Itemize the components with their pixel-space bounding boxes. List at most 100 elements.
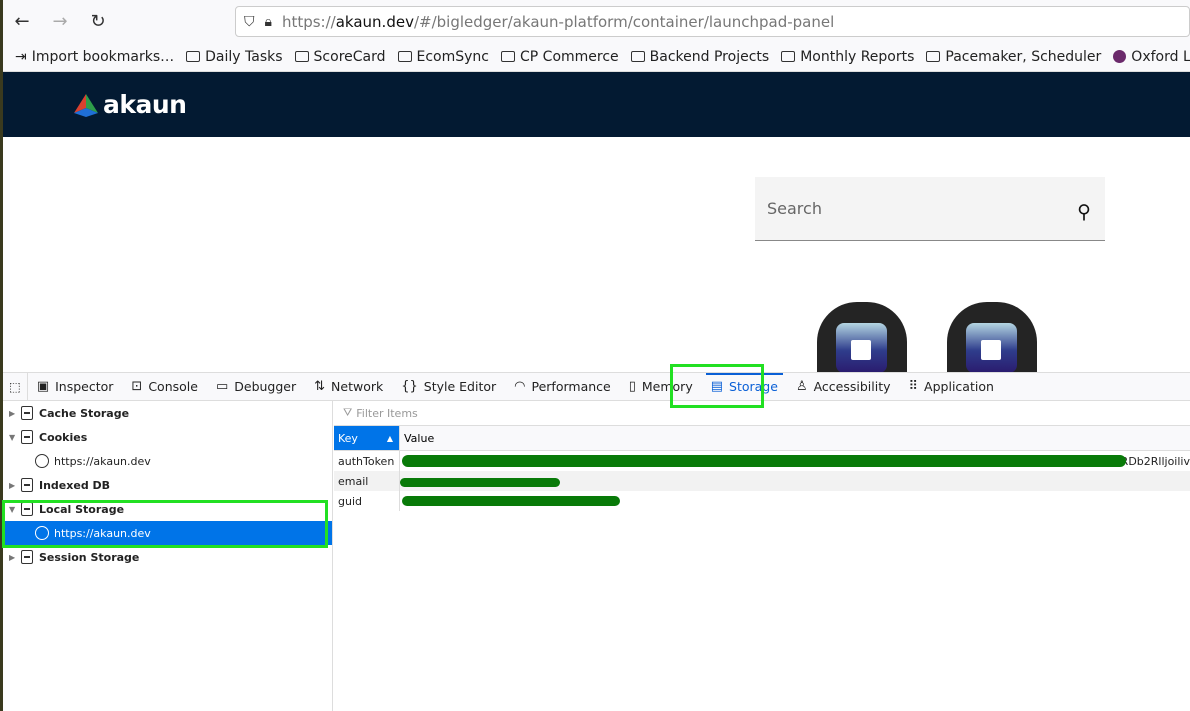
url-path: /#/bigledger/akaun-platform/container/la…	[413, 12, 835, 31]
folder-icon	[781, 51, 796, 62]
bookmark-label: Import bookmarks…	[31, 48, 175, 65]
storage-icon	[21, 502, 33, 516]
expand-icon[interactable]: ▶	[9, 409, 21, 418]
redaction-mark	[400, 478, 560, 487]
sort-ascending-icon: ▲	[386, 433, 393, 443]
tab-application[interactable]: ⠿ Application	[900, 373, 1003, 400]
redaction-mark	[402, 496, 620, 506]
table-row[interactable]: email	[334, 471, 1190, 491]
folder-icon	[397, 51, 412, 62]
app-store-icon	[966, 323, 1017, 373]
collapse-icon[interactable]: ▼	[9, 505, 21, 514]
column-header-key[interactable]: Key ▲	[334, 426, 399, 450]
bookmark-daily-tasks[interactable]: Daily Tasks	[186, 48, 283, 65]
tab-console[interactable]: ⊡ Console	[122, 373, 207, 400]
globe-icon	[35, 454, 49, 468]
style-editor-icon: {}	[401, 379, 418, 394]
tree-item-cookies-host[interactable]: https://akaun.dev	[3, 449, 332, 473]
tab-debugger[interactable]: ▭ Debugger	[207, 373, 305, 400]
bookmark-label: CP Commerce	[520, 48, 619, 65]
row-key: guid	[338, 494, 362, 508]
column-label: Value	[404, 431, 435, 445]
tree-label: https://akaun.dev	[54, 526, 151, 540]
tree-item-cookies[interactable]: ▼ Cookies	[3, 425, 332, 449]
folder-icon	[630, 51, 645, 62]
tab-label: Memory	[641, 379, 693, 394]
storage-icon: ▤	[710, 379, 724, 394]
bookmark-monthly-reports[interactable]: Monthly Reports	[781, 49, 914, 65]
row-value	[399, 471, 1190, 491]
element-picker-button[interactable]: ⬚	[3, 373, 28, 400]
back-button[interactable]: ←	[3, 11, 41, 32]
tree-item-indexed-db[interactable]: ▶ Indexed DB	[3, 473, 332, 497]
bookmark-label: Backend Projects	[649, 48, 770, 65]
akaun-logo-icon[interactable]	[73, 93, 99, 117]
site-header: akaun	[3, 72, 1190, 137]
tab-accessibility[interactable]: ♙ Accessibility	[787, 373, 900, 400]
search-input[interactable]: Search ⚲	[755, 177, 1105, 241]
row-value	[399, 491, 1190, 511]
filter-icon: ⛛	[343, 406, 353, 419]
tree-item-local-storage-host[interactable]: https://akaun.dev	[3, 521, 332, 545]
bookmarks-bar: ⇥ Import bookmarks… Daily Tasks ScoreCard…	[3, 42, 1190, 72]
tree-label: https://akaun.dev	[54, 454, 151, 468]
memory-icon: ▯	[628, 379, 636, 394]
application-icon: ⠿	[908, 379, 919, 394]
search-placeholder: Search	[767, 199, 822, 218]
storage-icon	[21, 430, 33, 444]
app-tile[interactable]	[947, 302, 1037, 382]
tree-item-session-storage[interactable]: ▶ Session Storage	[3, 545, 332, 569]
redaction-mark	[402, 455, 1126, 467]
row-value: nRDb2Rlljoiliv	[399, 451, 1190, 471]
tab-label: Debugger	[234, 379, 297, 394]
tree-item-local-storage[interactable]: ▼ Local Storage	[3, 497, 332, 521]
reload-button[interactable]: ↻	[79, 11, 117, 32]
tree-label: Indexed DB	[39, 478, 111, 492]
table-row[interactable]: guid	[334, 491, 1190, 511]
tab-label: Style Editor	[423, 379, 497, 394]
table-row[interactable]: authToken nRDb2Rlljoiliv	[334, 451, 1190, 471]
lock-icon: 🔒︎	[264, 13, 272, 30]
row-key: email	[338, 474, 369, 488]
tab-style-editor[interactable]: {} Style Editor	[392, 373, 505, 400]
performance-icon: ◠	[514, 379, 526, 394]
tab-label: Console	[148, 379, 198, 394]
storage-icon	[21, 550, 33, 564]
bookmark-cp-commerce[interactable]: CP Commerce	[501, 49, 619, 65]
bookmark-scorecard[interactable]: ScoreCard	[294, 48, 386, 65]
collapse-icon[interactable]: ▼	[9, 433, 21, 442]
url-domain: akaun.dev	[335, 12, 414, 31]
storage-tree: ▶ Cache Storage ▼ Cookies https://akaun.de…	[3, 401, 333, 711]
globe-icon	[35, 526, 49, 540]
search-icon[interactable]: ⚲	[1077, 201, 1091, 223]
tab-label: Storage	[729, 379, 778, 394]
bookmark-ecomsync[interactable]: EcomSync	[397, 49, 489, 65]
tab-storage[interactable]: ▤ Storage	[702, 373, 787, 400]
bookmark-label: Daily Tasks	[205, 48, 283, 65]
url-bar[interactable]: ⛉ 🔒︎ https://akaun.dev/#/bigledger/akaun…	[235, 6, 1190, 37]
app-store-icon	[836, 323, 887, 373]
bookmark-import[interactable]: ⇥ Import bookmarks…	[15, 49, 174, 65]
app-tile[interactable]	[817, 302, 907, 382]
bookmark-pacemaker[interactable]: Pacemaker, Scheduler	[926, 49, 1101, 65]
tree-item-cache-storage[interactable]: ▶ Cache Storage	[3, 401, 332, 425]
expand-icon[interactable]: ▶	[9, 481, 21, 490]
bookmark-backend-projects[interactable]: Backend Projects	[630, 48, 770, 65]
tab-inspector[interactable]: ▣ Inspector	[28, 373, 123, 400]
forward-button[interactable]: →	[41, 11, 79, 32]
bookmark-oxford[interactable]: Oxford Learne	[1113, 49, 1190, 65]
tab-memory[interactable]: ▯ Memory	[620, 373, 702, 400]
tab-performance[interactable]: ◠ Performance	[505, 373, 620, 400]
bookmark-label: Oxford Learne	[1131, 48, 1190, 65]
expand-icon[interactable]: ▶	[9, 553, 21, 562]
filter-input[interactable]: ⛛ Filter Items	[334, 401, 1190, 426]
table-header: Key ▲ Value	[334, 426, 1190, 451]
tree-label: Cache Storage	[39, 406, 130, 420]
devtools-tabbar: ⬚ ▣ Inspector ⊡ Console ▭ Debugger ⇅ Network…	[3, 372, 1190, 401]
bookmark-label: ScoreCard	[313, 48, 386, 65]
picker-icon: ⬚	[9, 379, 21, 394]
site-icon	[1113, 50, 1127, 63]
tab-network[interactable]: ⇅ Network	[305, 373, 392, 400]
column-header-value[interactable]: Value	[399, 426, 434, 450]
column-label: Key	[338, 431, 358, 445]
